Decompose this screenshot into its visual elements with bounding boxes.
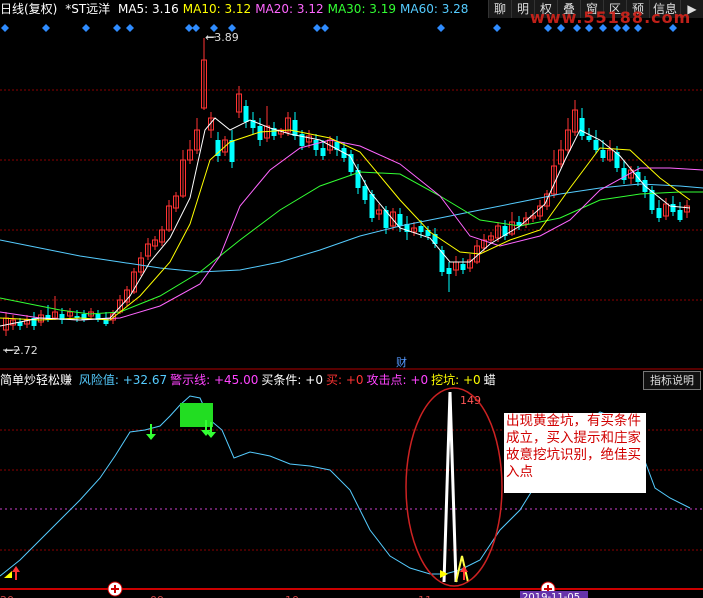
candle-body bbox=[579, 118, 585, 136]
high-price-label: ←3.89 bbox=[205, 31, 239, 44]
buy-spike bbox=[442, 391, 458, 583]
candle-body bbox=[369, 194, 375, 218]
event-diamond bbox=[493, 24, 501, 32]
event-diamond bbox=[113, 24, 121, 32]
candle-body bbox=[292, 120, 298, 136]
indicator-readout: 蜡 bbox=[483, 373, 496, 387]
ma10-line bbox=[0, 129, 691, 321]
indicator-name: 简单炒轻松赚 bbox=[0, 373, 73, 387]
candle-body bbox=[320, 148, 326, 156]
event-diamond bbox=[185, 24, 193, 32]
period-label[interactable]: 日线(复权) bbox=[0, 2, 57, 16]
x-axis-label: 20 bbox=[0, 594, 14, 598]
ma60-line bbox=[0, 183, 703, 273]
indicator-readout: 买条件: +0 bbox=[261, 373, 323, 387]
ma-readout: MA20: 3.12 bbox=[255, 2, 324, 16]
indicator-readout: 挖坑: +0 bbox=[431, 373, 481, 387]
ma-readout: MA30: 3.19 bbox=[327, 2, 397, 16]
candle-body bbox=[460, 264, 466, 270]
indicator-readout: 攻击点: +0 bbox=[366, 373, 429, 387]
indicator-readout: 风险值: +32.67 bbox=[78, 373, 168, 387]
x-axis-label: 09 bbox=[150, 594, 164, 598]
date-cursor-label: 2019-11-05 bbox=[522, 592, 580, 598]
stock-name: *ST远洋 bbox=[65, 2, 111, 16]
ma30-line bbox=[0, 171, 703, 315]
indicator-header: 简单炒轻松赚 风险值: +32.67 警示线: +45.00 买条件: +0 买: +… bbox=[0, 371, 703, 389]
candle-body bbox=[215, 140, 221, 156]
x-axis-label: 11 bbox=[418, 594, 432, 598]
event-diamond bbox=[437, 24, 445, 32]
indicator-readout: 买: +0 bbox=[325, 373, 364, 387]
candle-body bbox=[446, 268, 452, 274]
candle-body bbox=[81, 314, 87, 320]
candle-body bbox=[593, 140, 599, 150]
candle-body bbox=[348, 154, 354, 172]
event-diamond bbox=[313, 24, 321, 32]
attack-zone bbox=[180, 403, 213, 427]
x-axis-label: 10 bbox=[285, 594, 299, 598]
candle-body bbox=[425, 230, 431, 236]
event-diamond bbox=[1, 24, 9, 32]
event-diamond bbox=[82, 24, 90, 32]
watermark-logo: www.55188.com bbox=[530, 8, 692, 27]
finance-marker: 财 bbox=[396, 355, 407, 369]
candle-body bbox=[677, 210, 683, 220]
candle-body bbox=[397, 214, 403, 226]
ma-readout: MA10: 3.12 bbox=[182, 2, 252, 16]
event-diamond bbox=[321, 24, 329, 32]
annotation-box: 出现黄金坑，有买条件成立，买入提示和庄家故意挖坑识别，绝佳买入点 bbox=[504, 413, 646, 493]
candle-body bbox=[362, 186, 368, 200]
candle-body bbox=[656, 208, 662, 218]
event-diamond bbox=[192, 24, 200, 32]
indicator-readout: 警示线: +45.00 bbox=[170, 373, 259, 387]
candle-body bbox=[418, 226, 424, 232]
buy-arrow-icon bbox=[12, 566, 20, 580]
low-price-label: ←2.72 bbox=[4, 344, 38, 357]
candle-body bbox=[313, 140, 319, 150]
down-arrow-icon bbox=[146, 424, 156, 440]
candle-body bbox=[586, 136, 592, 140]
candle-body bbox=[670, 204, 676, 212]
toolbar-button[interactable]: 聊 bbox=[488, 0, 511, 18]
event-diamond bbox=[42, 24, 50, 32]
event-diamond bbox=[126, 24, 134, 32]
candle-body bbox=[229, 140, 235, 162]
indicator-help-button[interactable]: 指标说明 bbox=[643, 371, 701, 390]
candle-body bbox=[600, 150, 606, 158]
candle-body bbox=[243, 106, 249, 122]
ma-readout: MA5: 3.16 bbox=[117, 2, 179, 16]
chart-canvas: ←3.89←2.72财149200910112019-11-05 bbox=[0, 24, 703, 598]
ma-readout: MA60: 3.28 bbox=[400, 2, 469, 16]
candle-body bbox=[439, 250, 445, 272]
